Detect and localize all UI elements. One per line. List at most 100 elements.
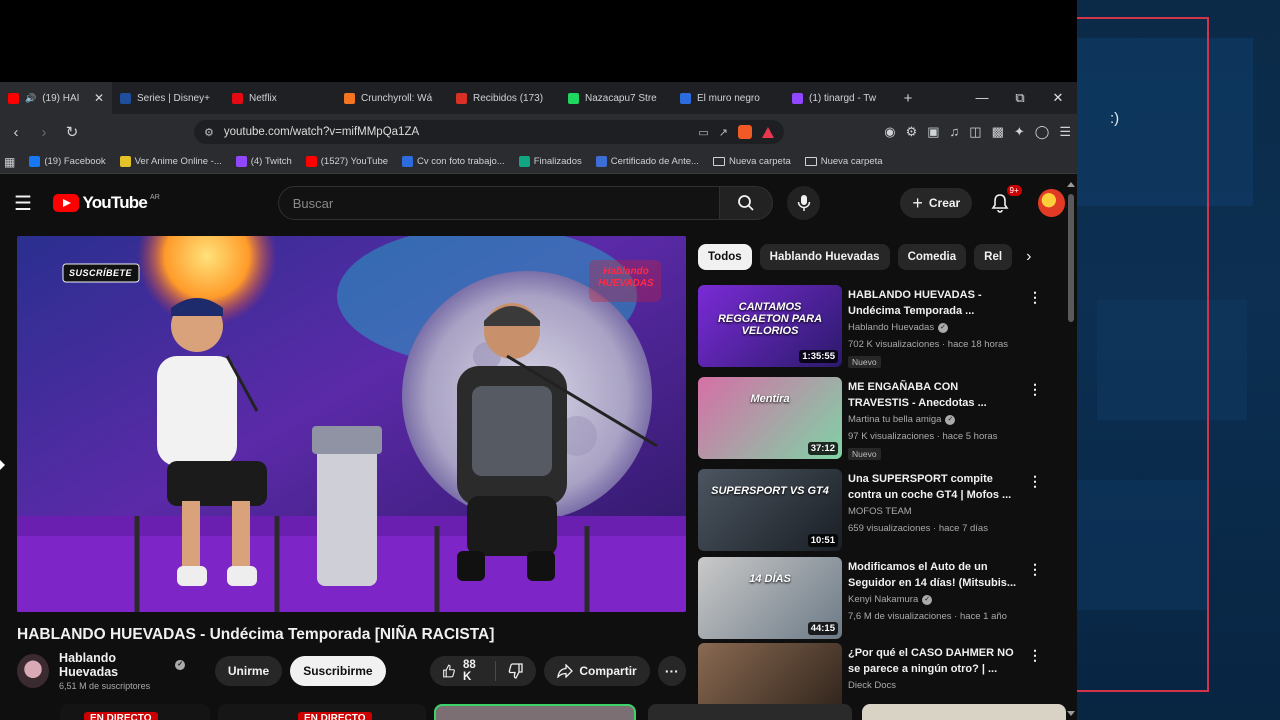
video-thumbnail[interactable]: 14 DÍAS 44:15: [698, 557, 842, 639]
related-video-channel[interactable]: Martina tu bella amiga ✓: [848, 414, 956, 425]
related-video-title[interactable]: ¿Por qué el CASO DAHMER NO se parece a n…: [848, 645, 1018, 677]
create-button[interactable]: + Crear: [900, 188, 973, 218]
sidebar-icon[interactable]: ◫: [969, 124, 981, 140]
filter-chip[interactable]: Comedia: [897, 244, 967, 270]
leo-icon[interactable]: ✦: [1014, 124, 1025, 140]
verified-icon: ✓: [175, 660, 185, 670]
related-video-title[interactable]: HABLANDO HUEVADAS - Undécima Temporada .…: [848, 287, 1018, 319]
kebab-menu-icon[interactable]: ⋮: [1028, 647, 1042, 664]
filter-chip[interactable]: Todos: [698, 244, 752, 270]
browser-tab[interactable]: Nazacapu7 Stre: [560, 82, 672, 114]
cast-icon[interactable]: ▭: [698, 126, 708, 139]
site-settings-icon[interactable]: ⚙: [204, 126, 214, 139]
kebab-menu-icon[interactable]: ⋮: [1028, 473, 1042, 490]
bookmark-item[interactable]: Cv con foto trabajo...: [402, 156, 505, 167]
music-icon[interactable]: ♫: [950, 124, 960, 140]
bottom-thumb-5[interactable]: [862, 704, 1066, 720]
subscribe-button[interactable]: Suscribirme: [290, 656, 386, 686]
filter-chip[interactable]: Hablando Huevadas: [759, 244, 890, 270]
share-button[interactable]: Compartir: [544, 656, 650, 686]
back-icon[interactable]: ‹: [6, 124, 26, 141]
related-video-channel[interactable]: Dieck Docs: [848, 680, 896, 691]
browser-tab[interactable]: El muro negro: [672, 82, 784, 114]
bookmark-item[interactable]: (4) Twitch: [235, 156, 292, 167]
menu-icon[interactable]: ☰: [1059, 124, 1071, 140]
video-thumbnail[interactable]: CANTAMOS REGGAETON PARA VELORIOS 1:35:55: [698, 285, 842, 367]
bookmark-item[interactable]: Certificado de Ante...: [595, 156, 699, 167]
more-actions-button[interactable]: ···: [657, 656, 686, 686]
related-video-item[interactable]: CANTAMOS REGGAETON PARA VELORIOS 1:35:55 H…: [698, 285, 1044, 371]
join-button[interactable]: Unirme: [214, 656, 283, 686]
browser-tab[interactable]: (1) tinargd - Tw: [784, 82, 896, 114]
related-video-meta: 7,6 M de visualizaciones · hace 1 año: [848, 611, 1007, 622]
filter-chip[interactable]: Rel: [974, 244, 1013, 270]
related-video-title[interactable]: Modificamos el Auto de un Seguidor en 14…: [848, 559, 1018, 591]
screenshot-icon[interactable]: ▣: [927, 124, 939, 140]
related-video-item[interactable]: 14 DÍAS 44:15 Modificamos el Auto de un Se…: [698, 557, 1044, 643]
scroll-up-arrow[interactable]: [1067, 182, 1075, 187]
bottom-thumb-4[interactable]: [648, 704, 852, 720]
related-video-channel[interactable]: Hablando Huevadas ✓: [848, 322, 949, 333]
folder-icon: [804, 157, 817, 166]
bookmark-folder[interactable]: Nueva carpeta: [804, 156, 883, 167]
browser-tab[interactable]: Netflix: [224, 82, 336, 114]
bookmark-label: Cv con foto trabajo...: [417, 156, 505, 167]
bookmark-item[interactable]: Ver Anime Online -...: [119, 156, 222, 167]
related-video-channel[interactable]: Kenyi Nakamura ✓: [848, 594, 933, 605]
search-button[interactable]: [720, 186, 774, 220]
brave-rewards-icon[interactable]: [762, 126, 774, 138]
related-video-title[interactable]: ME ENGAÑABA CON TRAVESTIS - Anecdotas ..…: [848, 379, 1018, 411]
tab-close-icon[interactable]: ✕: [94, 91, 104, 105]
minimize-button[interactable]: —: [963, 90, 1001, 106]
guide-menu-icon[interactable]: ☰: [14, 191, 37, 216]
shield-icon[interactable]: ◯: [1035, 124, 1050, 140]
kebab-menu-icon[interactable]: ⋮: [1028, 561, 1042, 578]
browser-tab[interactable]: 🔊 (19) HAÍ ✕: [0, 82, 112, 114]
wallet-icon[interactable]: ▩: [992, 124, 1004, 140]
video-thumbnail[interactable]: Mentira 37:12: [698, 377, 842, 459]
close-window-button[interactable]: ✕: [1039, 90, 1077, 106]
video-thumbnail[interactable]: SUPERSPORT VS GT4 10:51: [698, 469, 842, 551]
page-scrollbar[interactable]: [1065, 180, 1077, 720]
notifications-button[interactable]: 9+: [988, 185, 1022, 215]
browser-tab[interactable]: Recibidos (173): [448, 82, 560, 114]
voice-search-button[interactable]: [787, 186, 821, 220]
browser-tab[interactable]: Series | Disney+: [112, 82, 224, 114]
bookmark-favicon-icon: [29, 156, 41, 167]
chevron-right-icon[interactable]: ›: [1026, 248, 1031, 266]
bottom-thumb-3[interactable]: [434, 704, 636, 720]
vpn-icon[interactable]: ◉: [884, 124, 895, 140]
user-avatar[interactable]: [1037, 189, 1066, 217]
like-button[interactable]: 88 K: [430, 659, 497, 683]
extensions-icon[interactable]: ⚙: [906, 124, 918, 140]
new-tab-button[interactable]: +: [896, 90, 920, 107]
reload-icon[interactable]: ↻: [62, 123, 82, 141]
brave-shields-icon[interactable]: [738, 125, 752, 139]
bookmark-label: Nueva carpeta: [728, 156, 791, 167]
scrollbar-thumb[interactable]: [1068, 194, 1074, 322]
channel-avatar[interactable]: [17, 654, 50, 688]
speaker-icon[interactable]: 🔊: [25, 93, 36, 104]
kebab-menu-icon[interactable]: ⋮: [1028, 381, 1042, 398]
search-input[interactable]: [292, 195, 720, 211]
kebab-menu-icon[interactable]: ⋮: [1028, 289, 1042, 306]
bookmark-item[interactable]: (19) Facebook: [29, 156, 106, 167]
video-frame: [17, 236, 686, 612]
address-bar[interactable]: ⚙ youtube.com/watch?v=mifMMpQa1ZA ▭ ↗: [194, 120, 784, 144]
share-page-icon[interactable]: ↗: [719, 126, 728, 139]
maximize-button[interactable]: ⧉: [1001, 90, 1039, 106]
bookmark-folder[interactable]: Nueva carpeta: [712, 156, 791, 167]
browser-tab[interactable]: Crunchyroll: Wá: [336, 82, 448, 114]
related-video-item[interactable]: Mentira 37:12 ME ENGAÑABA CON TRAVESTIS - …: [698, 377, 1044, 463]
related-video-channel[interactable]: MOFOS TEAM: [848, 506, 912, 517]
bookmark-item[interactable]: (1527) YouTube: [305, 156, 388, 167]
bookmark-item[interactable]: Finalizados: [518, 156, 582, 167]
video-player[interactable]: SUSCRÍBETE Hablando HUEVADAS: [17, 236, 686, 612]
related-video-title[interactable]: Una SUPERSPORT compite contra un coche G…: [848, 471, 1018, 503]
related-video-item[interactable]: SUPERSPORT VS GT4 10:51 Una SUPERSPORT com…: [698, 469, 1044, 555]
youtube-logo[interactable]: YouTube AR: [53, 193, 160, 213]
forward-icon[interactable]: ›: [34, 124, 54, 141]
channel-name[interactable]: Hablando Huevadas ✓: [59, 651, 185, 679]
dislike-button[interactable]: [496, 663, 536, 679]
apps-icon[interactable]: ▦: [4, 155, 15, 169]
